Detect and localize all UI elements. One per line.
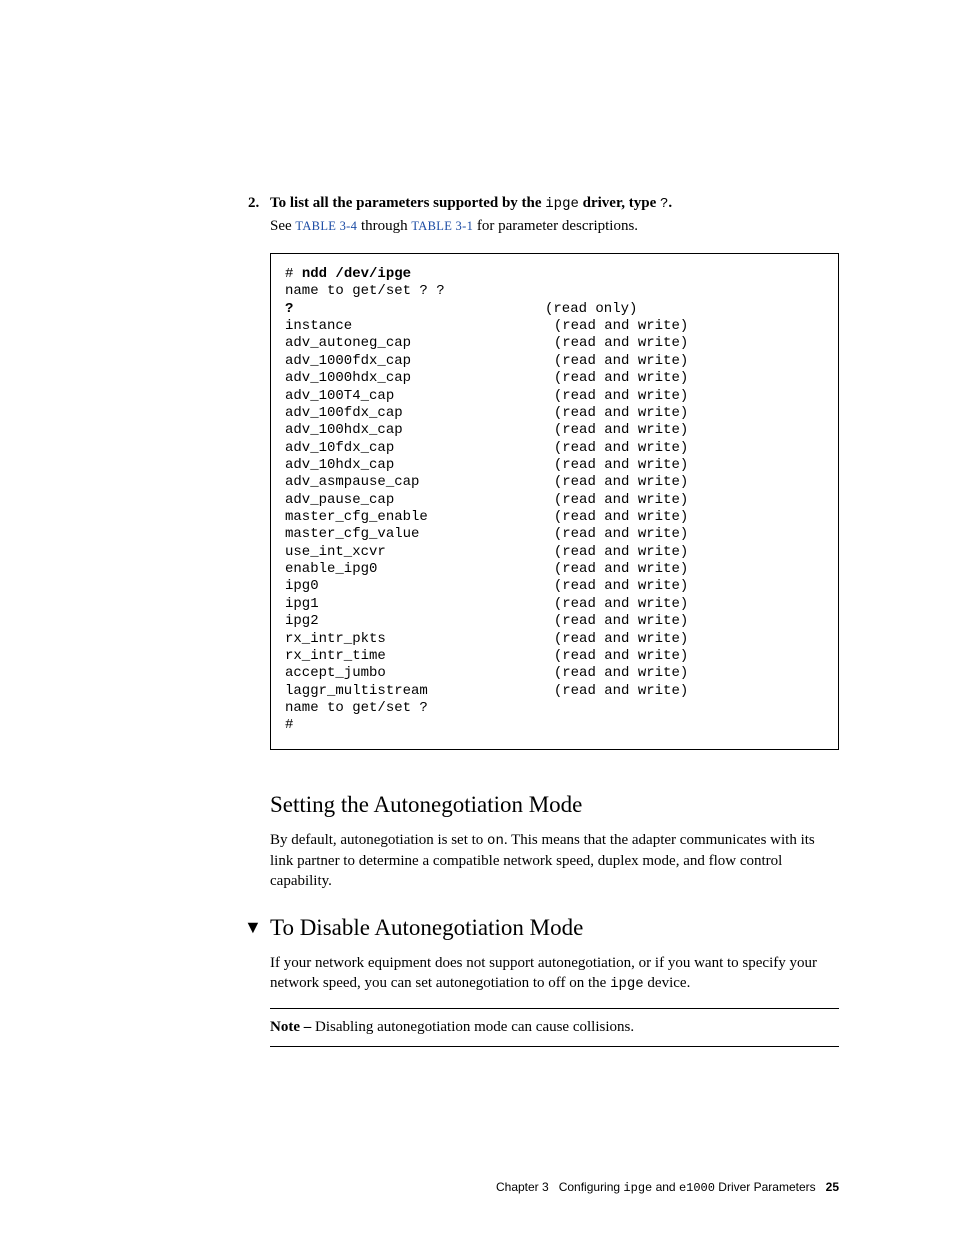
step-prefix: To list all the parameters supported by … bbox=[270, 195, 545, 211]
para-disable-a: If your network equipment does not suppo… bbox=[270, 955, 817, 991]
code-trail1: name to get/set ? bbox=[285, 700, 428, 716]
heading-autoneg: Setting the Autonegotiation Mode bbox=[270, 792, 839, 818]
step-number: 2. bbox=[248, 195, 270, 212]
para-autoneg: By default, autonegotiation is set to on… bbox=[270, 830, 839, 891]
ref-suffix: for parameter descriptions. bbox=[473, 218, 638, 234]
triangle-icon: ▼ bbox=[244, 917, 270, 938]
code-ro: (read only) bbox=[545, 301, 637, 317]
note-rule-bottom bbox=[270, 1046, 839, 1047]
para-disable: If your network equipment does not suppo… bbox=[270, 953, 839, 994]
para-disable-b: device. bbox=[644, 975, 691, 991]
footer-title-a: Configuring bbox=[559, 1180, 624, 1194]
para-autoneg-a: By default, autonegotiation is set to bbox=[270, 832, 487, 848]
procedure-heading-row: ▼ To Disable Autonegotiation Mode bbox=[244, 915, 839, 941]
note-text: Disabling autonegotiation mode can cause… bbox=[315, 1019, 634, 1035]
code-q: ? bbox=[285, 301, 293, 317]
code-ipge: ipge bbox=[545, 196, 579, 212]
code-trail2: # bbox=[285, 717, 293, 733]
footer-chapter: Chapter 3 bbox=[496, 1180, 549, 1194]
code-cmd: ndd /dev/ipge bbox=[302, 266, 411, 282]
note-block: Note – Disabling autonegotiation mode ca… bbox=[270, 1019, 839, 1036]
page-footer: Chapter 3 Configuring ipge and e1000 Dri… bbox=[496, 1180, 839, 1195]
step-instruction: To list all the parameters supported by … bbox=[270, 195, 672, 212]
heading-disable: To Disable Autonegotiation Mode bbox=[270, 915, 583, 941]
footer-mono-e1000: e1000 bbox=[679, 1181, 715, 1195]
code-on: on bbox=[487, 833, 504, 849]
note-rule-top bbox=[270, 1008, 839, 1009]
ref-mid: through bbox=[357, 218, 411, 234]
code-prompt: # bbox=[285, 266, 302, 282]
footer-title-c: Driver Parameters bbox=[715, 1180, 816, 1194]
ref-prefix: See bbox=[270, 218, 295, 234]
link-table-3-1[interactable]: TABLE 3-1 bbox=[411, 219, 473, 233]
step-suffix: . bbox=[668, 195, 672, 211]
page-body: 2. To list all the parameters supported … bbox=[0, 0, 954, 1047]
footer-mono-ipge: ipge bbox=[623, 1181, 652, 1195]
note-label: Note – bbox=[270, 1019, 315, 1035]
code-listing: # ndd /dev/ipge name to get/set ? ? ? (re… bbox=[270, 253, 839, 750]
reference-line: See TABLE 3-4 through TABLE 3-1 for para… bbox=[270, 218, 839, 235]
step-line: 2. To list all the parameters supported … bbox=[248, 195, 839, 212]
page-number: 25 bbox=[826, 1180, 839, 1194]
code-l1: name to get/set ? ? bbox=[285, 283, 445, 299]
step-middle: driver, type bbox=[579, 195, 660, 211]
footer-title-b: and bbox=[652, 1180, 679, 1194]
code-ipge-device: ipge bbox=[610, 976, 644, 992]
link-table-3-4[interactable]: TABLE 3-4 bbox=[295, 219, 357, 233]
